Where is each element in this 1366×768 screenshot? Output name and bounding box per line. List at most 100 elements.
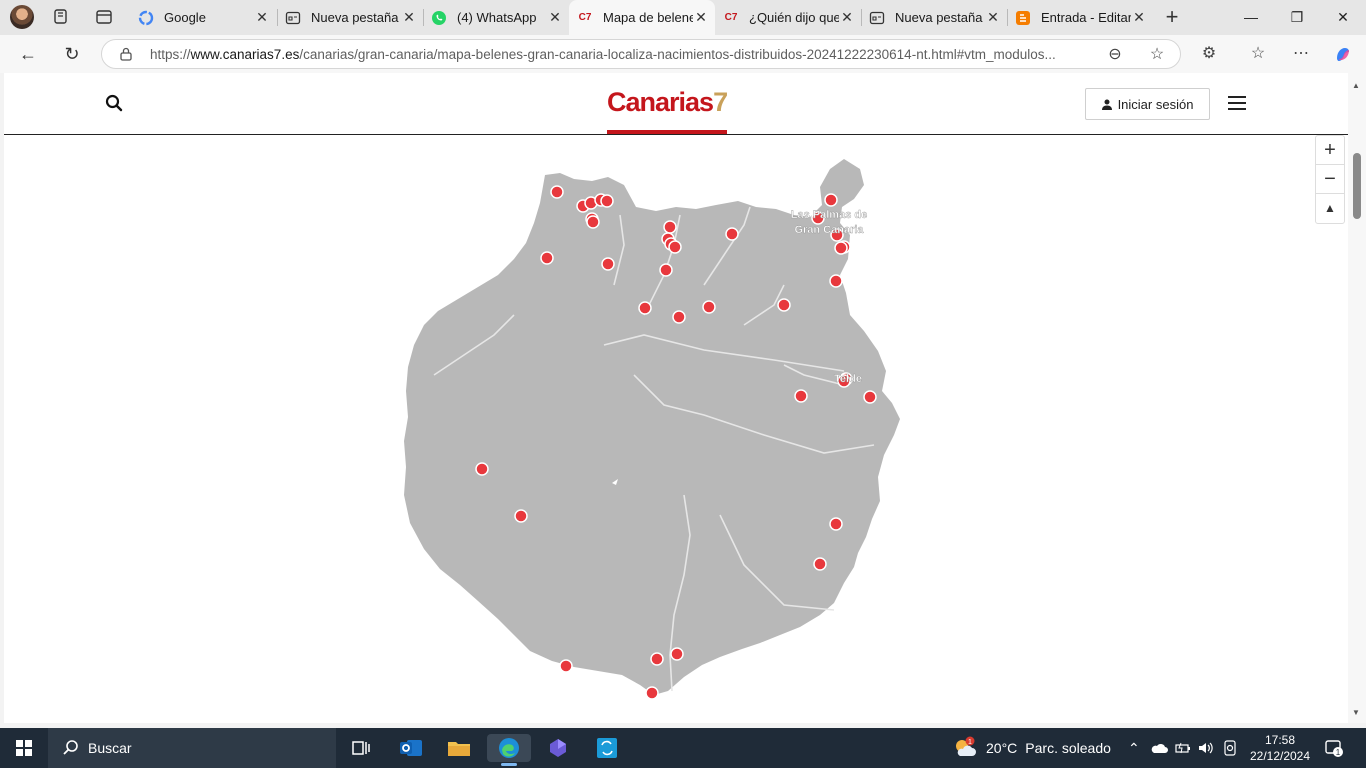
scroll-up-icon[interactable]: ▲ (1352, 81, 1360, 90)
close-tab-icon[interactable]: ✕ (1131, 9, 1147, 26)
clock-date: 22/12/2024 (1249, 749, 1311, 763)
reload-button[interactable]: ↻ (58, 41, 86, 67)
map-label-las-palmas-1: Las Palmas de (791, 209, 867, 221)
taskbar-search[interactable]: Buscar (48, 728, 336, 768)
nativity-marker[interactable] (638, 301, 652, 315)
volume-icon[interactable] (1197, 741, 1213, 755)
site-logo[interactable]: Canarias7 (607, 87, 728, 118)
restore-button[interactable]: ❐ (1274, 0, 1320, 35)
search-icon[interactable] (104, 93, 124, 113)
nativity-marker[interactable] (813, 557, 827, 571)
close-tab-icon[interactable]: ✕ (254, 9, 270, 26)
tab-title: (4) WhatsApp (457, 10, 537, 25)
tab-title: Nueva pestaña (311, 10, 399, 25)
close-tab-icon[interactable]: ✕ (401, 9, 417, 26)
scroll-thumb[interactable] (1353, 153, 1361, 219)
close-tab-icon[interactable]: ✕ (693, 9, 709, 26)
nativity-marker[interactable] (550, 185, 564, 199)
tab-nueva-pestana[interactable]: Nueva pestaña ✕ (277, 0, 423, 35)
minimize-button[interactable]: — (1228, 0, 1274, 35)
start-button[interactable] (16, 740, 32, 756)
profile-avatar[interactable] (10, 5, 34, 29)
nativity-marker[interactable] (794, 389, 808, 403)
login-label: Iniciar sesión (1117, 96, 1194, 112)
new-tab-button[interactable]: + (1160, 4, 1184, 30)
workspaces-icon[interactable] (52, 8, 70, 26)
tab-title: Mapa de belenes (603, 10, 693, 25)
nativity-marker[interactable] (514, 509, 528, 523)
nativity-marker[interactable] (702, 300, 716, 314)
gran-canaria-map[interactable]: Las Palmas de Gran Canaria Telde (4, 135, 1348, 723)
remote-app-icon[interactable] (593, 734, 621, 762)
file-explorer-icon[interactable] (445, 734, 473, 762)
nativity-marker[interactable] (668, 240, 682, 254)
nativity-marker[interactable] (645, 686, 659, 700)
notification-icon[interactable]: 1 (1324, 738, 1344, 758)
site-info-icon[interactable] (119, 47, 133, 61)
tab-mapa-belenes[interactable]: C7 Mapa de belenes ✕ (569, 0, 715, 35)
back-button[interactable]: ← (14, 41, 42, 67)
reading-mode-icon[interactable]: ⊖ (1106, 46, 1124, 64)
nativity-map[interactable]: Las Palmas de Gran Canaria Telde (4, 135, 1348, 723)
nativity-marker[interactable] (824, 193, 838, 207)
menu-icon[interactable] (1228, 96, 1246, 110)
nativity-marker[interactable] (559, 659, 573, 673)
zoom-out-button[interactable]: − (1316, 165, 1344, 194)
user-icon (1101, 99, 1112, 110)
nativity-marker[interactable] (777, 298, 791, 312)
edge-taskbar-icon[interactable] (487, 734, 531, 766)
favorites-icon[interactable]: ☆ (1249, 45, 1267, 63)
scroll-down-icon[interactable]: ▼ (1352, 708, 1360, 717)
c7-icon: C7 (724, 12, 738, 23)
close-tab-icon[interactable]: ✕ (547, 9, 563, 26)
tab-title: ¿Quién dijo que (749, 10, 839, 25)
tab-title: Nueva pestaña (895, 10, 983, 25)
nativity-marker[interactable] (829, 274, 843, 288)
zoom-in-button[interactable]: + (1316, 136, 1344, 165)
nativity-marker[interactable] (670, 647, 684, 661)
tab-nueva-pestana-2[interactable]: Nueva pestaña ✕ (861, 0, 1007, 35)
nativity-marker[interactable] (475, 462, 489, 476)
close-window-button[interactable]: ✕ (1320, 0, 1366, 35)
whatsapp-icon (431, 10, 447, 26)
page-scrollbar[interactable]: ▲ ▼ (1348, 73, 1366, 723)
tab-google[interactable]: Google ✕ (130, 0, 276, 35)
extensions-icon[interactable]: ⚙ (1200, 45, 1218, 63)
nativity-marker[interactable] (601, 257, 615, 271)
nativity-marker[interactable] (540, 251, 554, 265)
weather-widget[interactable]: 1 20°C Parc. soleado (952, 728, 1111, 768)
tray-chevron-up-icon[interactable]: ⌃ (1128, 740, 1140, 757)
copilot-app-icon[interactable] (544, 734, 572, 762)
nativity-marker[interactable] (663, 220, 677, 234)
site-header: Canarias7 Iniciar sesión (4, 73, 1348, 135)
nativity-marker[interactable] (650, 652, 664, 666)
tab-title: Google (164, 10, 206, 25)
nativity-marker[interactable] (672, 310, 686, 324)
nativity-marker[interactable] (829, 517, 843, 531)
nativity-marker[interactable] (863, 390, 877, 404)
tab-entrada-editar[interactable]: Entrada - Editar ✕ (1007, 0, 1153, 35)
tab-quien-dijo[interactable]: C7 ¿Quién dijo que ✕ (715, 0, 861, 35)
battery-icon[interactable] (1175, 741, 1191, 755)
favorite-star-icon[interactable]: ☆ (1148, 46, 1166, 64)
more-options-icon[interactable]: ⋯ (1292, 45, 1310, 63)
copilot-icon[interactable] (1333, 44, 1353, 64)
close-tab-icon[interactable]: ✕ (985, 9, 1001, 26)
tab-whatsapp[interactable]: (4) WhatsApp ✕ (423, 0, 569, 35)
nativity-marker[interactable] (725, 227, 739, 241)
nativity-marker[interactable] (586, 215, 600, 229)
camera-privacy-icon[interactable] (1223, 740, 1237, 756)
outlook-icon[interactable] (397, 734, 425, 762)
nativity-marker[interactable] (834, 241, 848, 255)
nativity-marker[interactable] (600, 194, 614, 208)
login-button[interactable]: Iniciar sesión (1085, 88, 1210, 120)
system-clock[interactable]: 17:58 22/12/2024 (1248, 732, 1312, 764)
close-tab-icon[interactable]: ✕ (839, 9, 855, 26)
reset-north-button[interactable]: ▲ (1316, 194, 1344, 223)
nativity-marker[interactable] (659, 263, 673, 277)
tab-actions-icon[interactable] (95, 8, 113, 26)
task-view-icon[interactable] (347, 734, 375, 762)
onedrive-icon[interactable] (1150, 742, 1168, 754)
address-bar[interactable]: https://www.canarias7.es/canarias/gran-c… (101, 39, 1181, 69)
weather-description: Parc. soleado (1025, 740, 1111, 756)
